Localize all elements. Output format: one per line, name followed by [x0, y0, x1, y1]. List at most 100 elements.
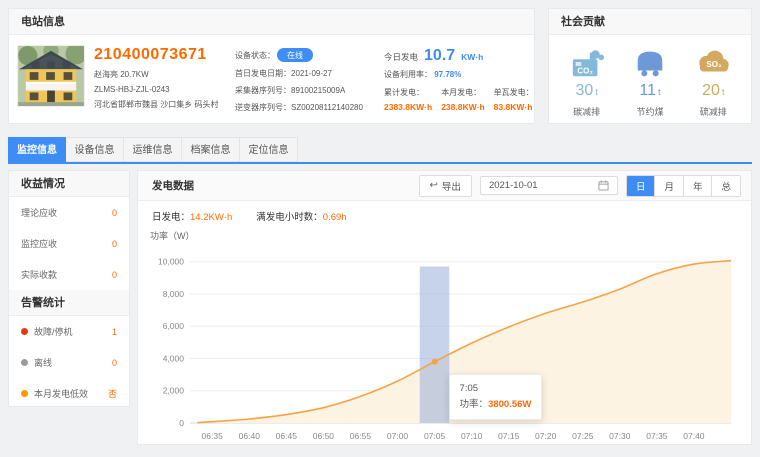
svg-text:CO₂: CO₂ — [577, 66, 593, 75]
range-year-button[interactable]: 年 — [683, 176, 712, 196]
x-tick-label: 06:35 — [202, 431, 224, 441]
alarm-row-fault: 故障/停机 1 — [9, 316, 129, 347]
station-address: 河北省邯郸市魏县 沙口集乡 码头村 — [94, 99, 226, 110]
social-contribution-panel: 社会贡献 CO₂ 30t 碳减排 — [548, 8, 752, 124]
range-month-button[interactable]: 月 — [654, 176, 683, 196]
generation-data-panel: 发电数据 ↩ 导出 2021-10-01 日 月 年 总 — [137, 170, 752, 445]
range-day-button[interactable]: 日 — [627, 176, 655, 196]
full-power-hours-stat: 满发电小时数：0.69h — [256, 209, 346, 223]
co2-label: 碳减排 — [559, 105, 615, 118]
tab-operation-info[interactable]: 运维信息 — [124, 137, 182, 162]
month-generation-label: 本月发电： — [441, 87, 484, 98]
x-tick-label: 07:30 — [609, 431, 631, 441]
y-tick-label: 8,000 — [163, 289, 185, 299]
so2-unit: t — [722, 87, 725, 97]
alarm-row-offline: 离线 0 — [9, 347, 129, 378]
chart-panel-title: 发电数据 — [152, 178, 194, 193]
collector-sn-value: 89100215009A — [291, 86, 345, 95]
month-generation-value: 238.8KW·h — [441, 102, 484, 112]
date-picker[interactable]: 2021-10-01 — [480, 176, 618, 195]
per-watt-generation-label: 单瓦发电： — [494, 87, 534, 98]
utilization-label: 设备利用率： — [384, 70, 432, 79]
revenue-section-title: 收益情况 — [9, 171, 129, 197]
x-tick-label: 06:55 — [350, 431, 372, 441]
low-efficiency-dot-icon — [21, 390, 28, 397]
first-gen-value: 2021-09-27 — [291, 69, 332, 78]
revenue-row-actual: 实际收款 0 — [9, 259, 129, 290]
tab-device-info[interactable]: 设备信息 — [66, 137, 124, 162]
y-tick-label: 10,000 — [158, 257, 184, 267]
coal-label: 节约煤 — [622, 105, 678, 118]
alarm-section-title: 告警统计 — [9, 290, 129, 316]
x-tick-label: 07:00 — [387, 431, 409, 441]
tooltip-time: 7:05 — [460, 381, 532, 397]
coal-value: 11 — [639, 82, 656, 99]
calendar-icon — [598, 180, 609, 191]
co2-value: 30 — [576, 82, 594, 99]
collector-sn-label: 采集器序列号： — [235, 85, 291, 96]
inverter-sn-label: 逆变器序列号： — [235, 102, 291, 113]
tab-archive-info[interactable]: 档案信息 — [182, 137, 240, 162]
y-tick-label: 4,000 — [163, 354, 185, 364]
export-arrow-icon: ↩ — [430, 180, 438, 191]
svg-text:SO₂: SO₂ — [707, 60, 723, 69]
y-tick-label: 6,000 — [163, 321, 185, 331]
co2-unit: t — [595, 87, 598, 97]
range-segmented-control: 日 月 年 总 — [626, 175, 741, 197]
offline-dot-icon — [21, 359, 28, 366]
inverter-sn-value: SZ00208112140280 — [291, 103, 363, 112]
tabs-underline — [8, 162, 752, 164]
station-model: ZLMS-HBJ-ZJL-0243 — [94, 85, 226, 94]
y-axis-label: 功率（W） — [150, 229, 751, 242]
coal-unit: t — [658, 87, 661, 97]
station-panel-title: 电站信息 — [9, 9, 534, 35]
total-generation-value: 2383.8KW·h — [384, 102, 432, 112]
alarm-row-low-efficiency: 本月发电低效 否 — [9, 378, 129, 409]
y-tick-label: 0 — [179, 418, 184, 428]
tooltip-label: 功率： — [460, 399, 489, 410]
x-tick-label: 07:35 — [646, 431, 668, 441]
social-panel-title: 社会贡献 — [549, 9, 751, 35]
coal-saved-item: 11t 节约煤 — [622, 45, 678, 118]
hover-highlight-band — [420, 267, 450, 424]
chart-tooltip: 7:05 功率：3800.56W — [449, 374, 543, 420]
tab-monitoring-info[interactable]: 监控信息 — [8, 137, 66, 162]
revenue-row-theoretical: 理论应收 0 — [9, 197, 129, 228]
fault-dot-icon — [21, 328, 28, 335]
x-tick-label: 06:45 — [276, 431, 298, 441]
x-tick-label: 07:05 — [424, 431, 446, 441]
x-tick-label: 07:20 — [535, 431, 557, 441]
y-tick-label: 2,000 — [163, 386, 185, 396]
export-button[interactable]: ↩ 导出 — [419, 175, 472, 197]
coal-cart-icon — [622, 45, 678, 79]
power-chart[interactable]: 0 2,000 4,000 6,000 8,000 10,000 06:35 06:40 06:… — [146, 244, 741, 449]
range-total-button[interactable]: 总 — [711, 176, 740, 196]
daily-generation-stat: 日发电：14.2KW·h — [152, 209, 232, 223]
status-badge: 在线 — [277, 48, 313, 62]
x-tick-label: 07:25 — [572, 431, 594, 441]
device-status-label: 设备状态： — [235, 50, 275, 61]
station-owner: 赵海亮 20.7KW — [94, 69, 226, 80]
first-gen-label: 首日发电日期： — [235, 68, 291, 79]
co2-reduction-item: CO₂ 30t 碳减排 — [559, 45, 615, 118]
tab-location-info[interactable]: 定位信息 — [240, 137, 298, 162]
x-tick-label: 06:50 — [313, 431, 335, 441]
sidebar-panel: 收益情况 理论应收 0 监控应收 0 实际收款 0 告警统计 故障/停机 1 离… — [8, 170, 130, 407]
today-generation-unit: KW·h — [461, 52, 483, 62]
per-watt-generation-value: 83.8KW·h — [494, 102, 534, 112]
x-tick-label: 06:40 — [239, 431, 261, 441]
x-tick-label: 07:10 — [461, 431, 483, 441]
station-info-panel: 电站信息 210400073671 赵海亮 20.7KW ZLMS-HBJ-ZJ… — [8, 8, 535, 124]
so2-value: 20 — [702, 82, 720, 99]
x-tick-label: 07:15 — [498, 431, 520, 441]
so2-reduction-item: SO₂ 20t 硫减排 — [685, 45, 741, 118]
so2-label: 硫减排 — [685, 105, 741, 118]
main-tabs: 监控信息 设备信息 运维信息 档案信息 定位信息 — [8, 137, 752, 164]
tooltip-value: 3800.56W — [488, 399, 531, 410]
revenue-row-monitored: 监控应收 0 — [9, 228, 129, 259]
so2-cloud-icon: SO₂ — [685, 45, 741, 79]
today-generation-label: 今日发电 — [384, 51, 418, 63]
chart-area: 0 2,000 4,000 6,000 8,000 10,000 06:35 06:40 06:… — [146, 244, 743, 451]
date-value: 2021-10-01 — [489, 180, 538, 191]
station-photo — [17, 45, 85, 107]
